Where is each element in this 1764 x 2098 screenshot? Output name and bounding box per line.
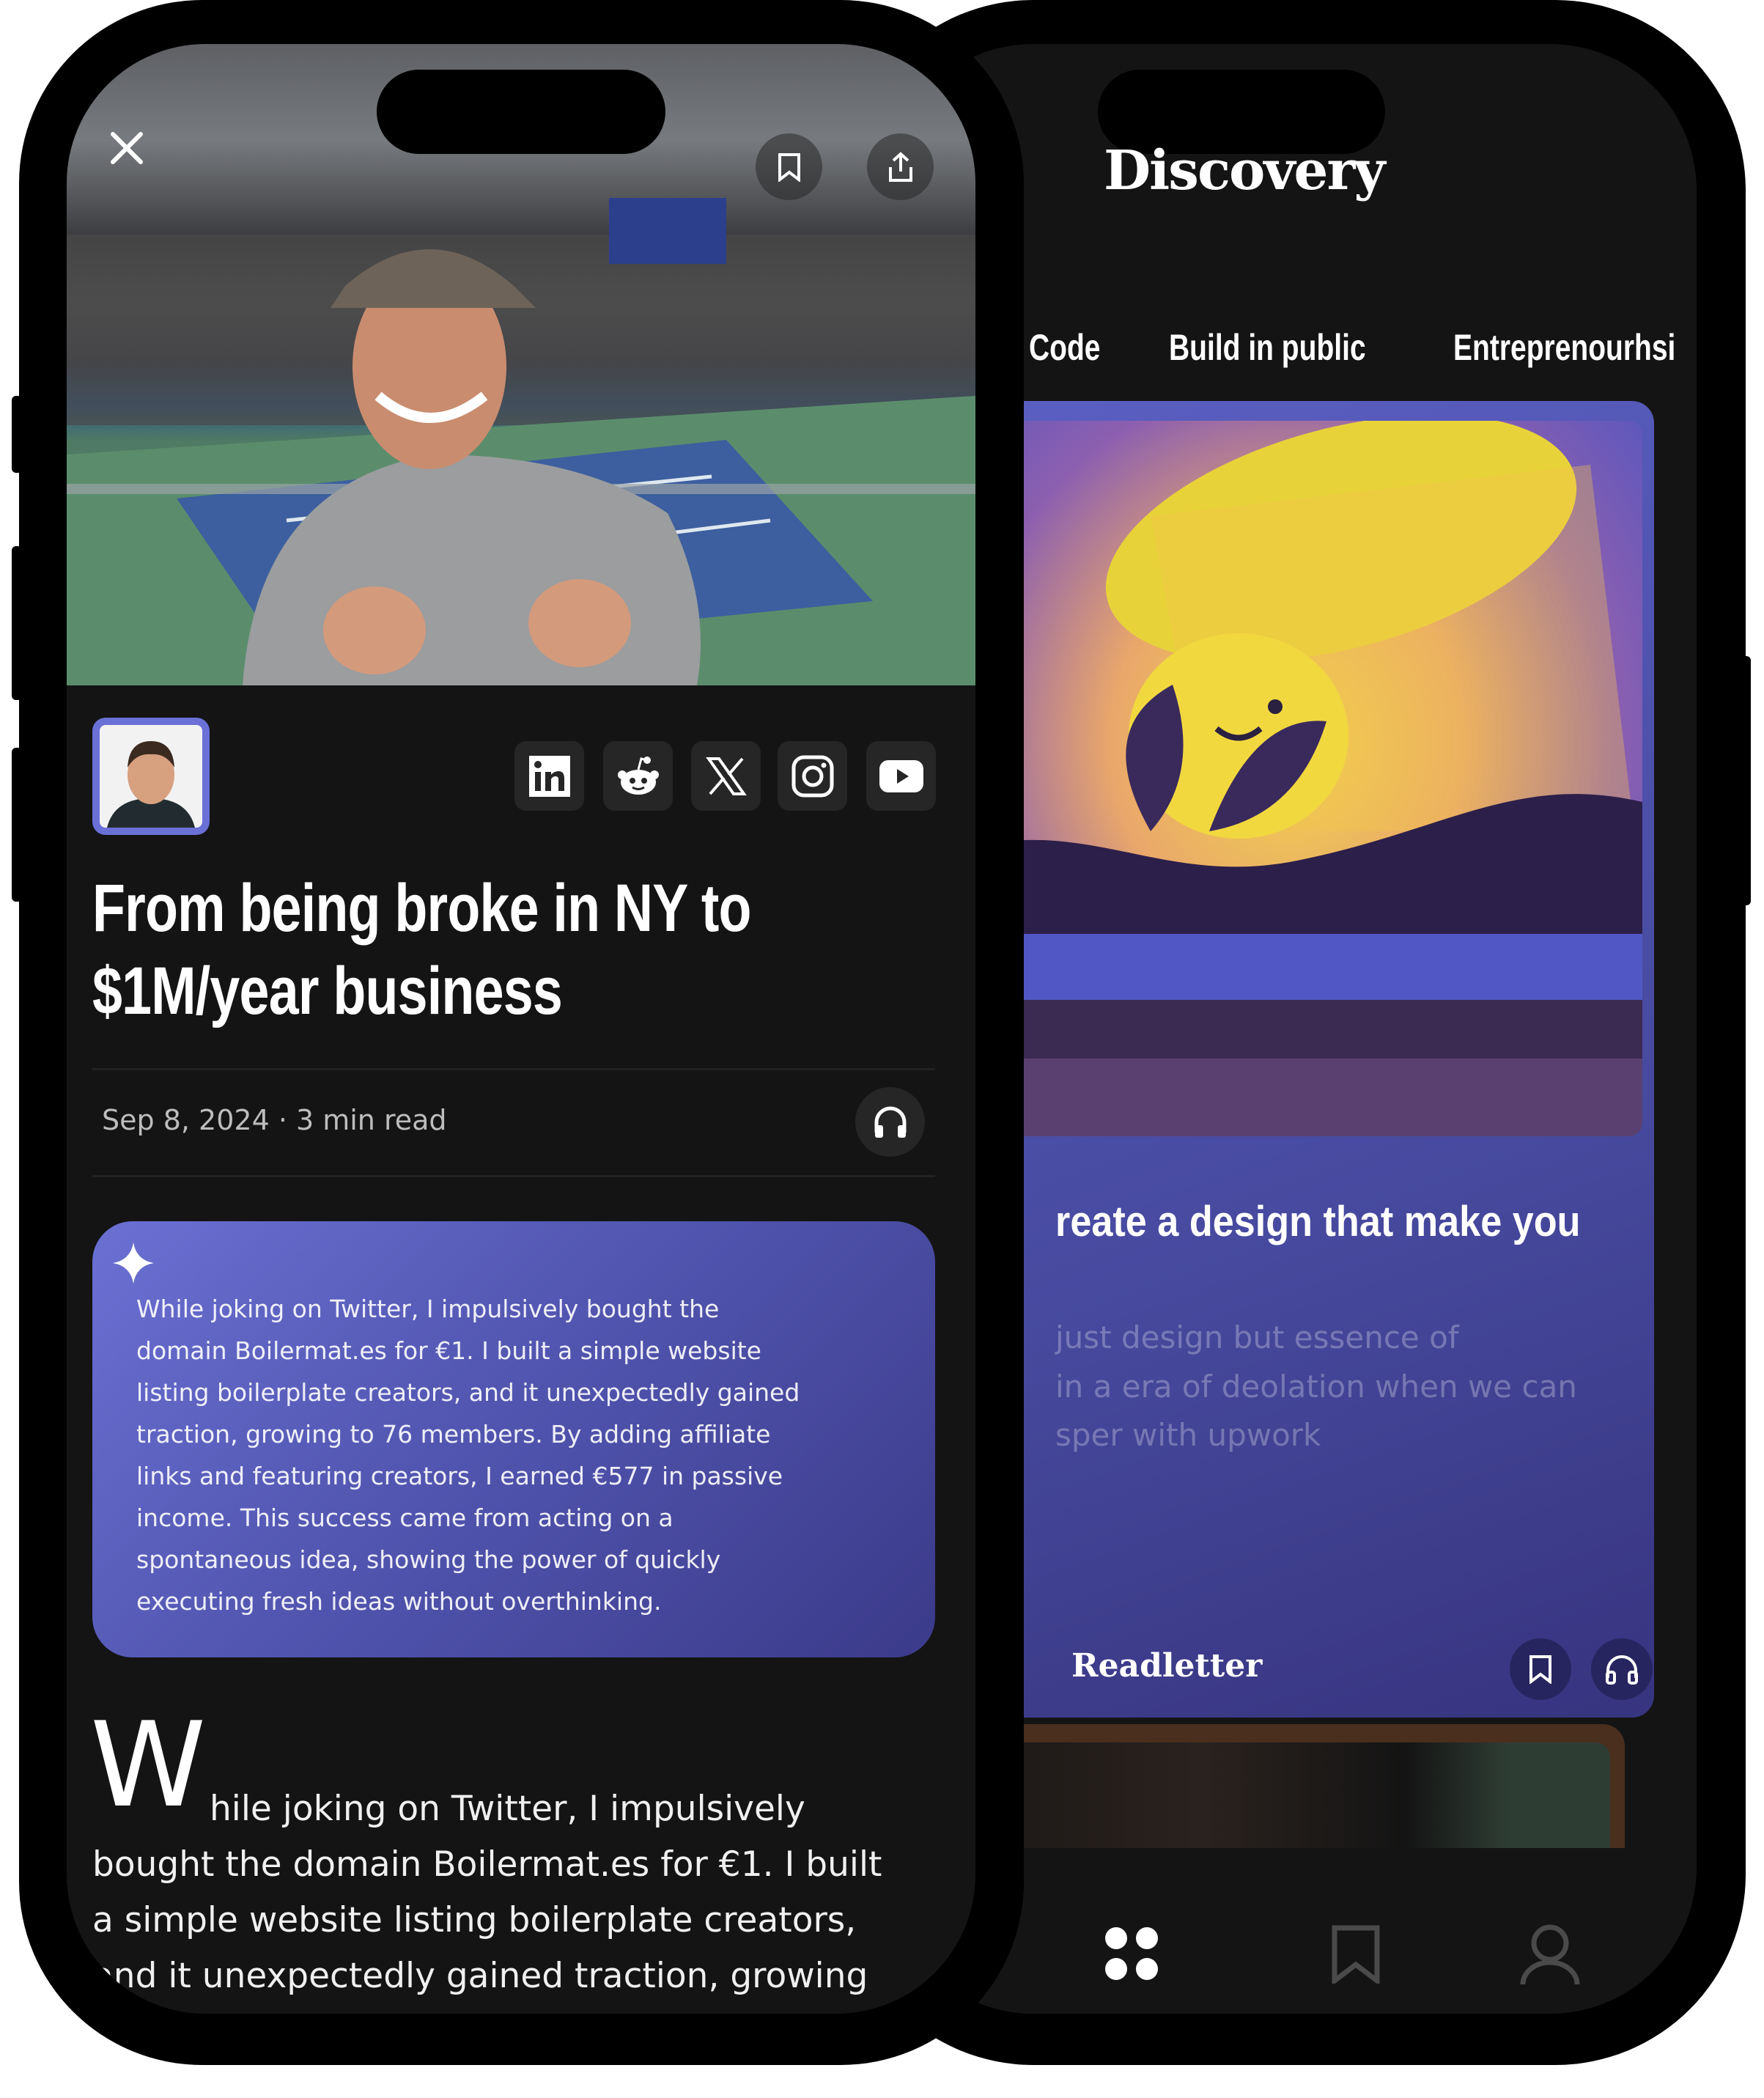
nav-saved[interactable] (1330, 1925, 1381, 1987)
summary-line: traction, growing to 76 members. By addi… (136, 1420, 771, 1449)
summary-line: spontaneous idea, showing the power of q… (136, 1545, 721, 1574)
body-line: bought the domain Boilermat.es for €1. I… (92, 1844, 882, 1885)
listen-button[interactable] (855, 1087, 925, 1157)
bookmark-icon (1332, 1925, 1380, 1987)
reddit-icon (617, 756, 659, 795)
card-description-line: in a era of deolation when we can (1055, 1369, 1577, 1405)
card-bookmark-button[interactable] (1510, 1638, 1571, 1700)
page-title: Discovery (1104, 139, 1385, 202)
tab-build-in-public[interactable]: Build in public (1169, 326, 1366, 369)
bookmark-icon (1529, 1655, 1551, 1684)
volume-up-button (12, 546, 22, 700)
summary-line: executing fresh ideas without overthinki… (136, 1587, 662, 1616)
linkedin-icon (528, 755, 570, 797)
user-icon (1520, 1924, 1580, 1985)
grid-icon (1105, 1927, 1158, 1980)
article-meta: Sep 8, 2024 · 3 min read (102, 1104, 447, 1136)
instagram-icon (791, 755, 833, 797)
body-line: and it unexpectedly gained traction, gro… (92, 1956, 868, 1996)
body-line: hile joking on Twitter, I impulsively (210, 1789, 805, 1829)
drop-cap: W (90, 1696, 207, 1833)
article-card[interactable]: reate a design that make you just design… (916, 401, 1654, 1718)
share-button[interactable] (867, 133, 934, 200)
instagram-button[interactable] (778, 741, 847, 811)
bookmark-icon (778, 152, 800, 182)
nav-profile[interactable] (1517, 1921, 1583, 1991)
body-line: a simple website listing boilerplate cre… (92, 1900, 857, 1940)
divider (92, 1175, 935, 1177)
author-photo (100, 725, 202, 828)
power-button (1741, 656, 1751, 905)
bookmark-button[interactable] (756, 133, 822, 200)
card-description-line: sper with upwork (1055, 1417, 1321, 1453)
article-screen: From being broke in NY to $1M/year busin… (67, 44, 975, 2014)
author-avatar[interactable] (92, 718, 210, 835)
nav-discover[interactable] (1103, 1925, 1162, 1987)
action-button (12, 396, 22, 473)
summary-line: links and featuring creators, I earned €… (136, 1462, 783, 1490)
tab-entrepreneurship[interactable]: Entreprenourhsi (1453, 326, 1675, 369)
card-description-line: just design but essence of (1055, 1319, 1459, 1355)
share-icon (888, 151, 912, 182)
dynamic-island (377, 70, 665, 154)
reddit-button[interactable] (603, 741, 673, 811)
card-source: Readletter (1071, 1647, 1263, 1685)
sparkle-icon (113, 1243, 154, 1284)
volume-down-button (12, 748, 22, 902)
close-icon (111, 132, 143, 164)
linkedin-button[interactable] (514, 741, 584, 811)
summary-line: listing boilerplate creators, and it une… (136, 1378, 800, 1407)
tab-code[interactable]: Code (1029, 326, 1101, 369)
summary-line: While joking on Twitter, I impulsively b… (136, 1295, 720, 1323)
article-title-line: From being broke in NY to (92, 871, 752, 946)
summary-line: income. This success came from acting on… (136, 1503, 674, 1532)
card-illustration (931, 421, 1642, 1136)
youtube-icon (879, 759, 923, 792)
summary-line: domain Boilermat.es for €1. I built a si… (136, 1336, 761, 1365)
close-button[interactable] (107, 128, 147, 172)
headphones-icon (874, 1106, 906, 1138)
x-button[interactable] (691, 741, 761, 811)
ai-summary-card: While joking on Twitter, I impulsively b… (92, 1221, 935, 1657)
headphones-icon (1606, 1655, 1638, 1685)
card-listen-button[interactable] (1591, 1638, 1653, 1700)
article-title-line: $1M/year business (92, 954, 563, 1028)
divider (92, 1068, 935, 1070)
card-title: reate a design that make you (1055, 1198, 1581, 1245)
youtube-button[interactable] (866, 741, 936, 811)
x-icon (705, 757, 747, 795)
